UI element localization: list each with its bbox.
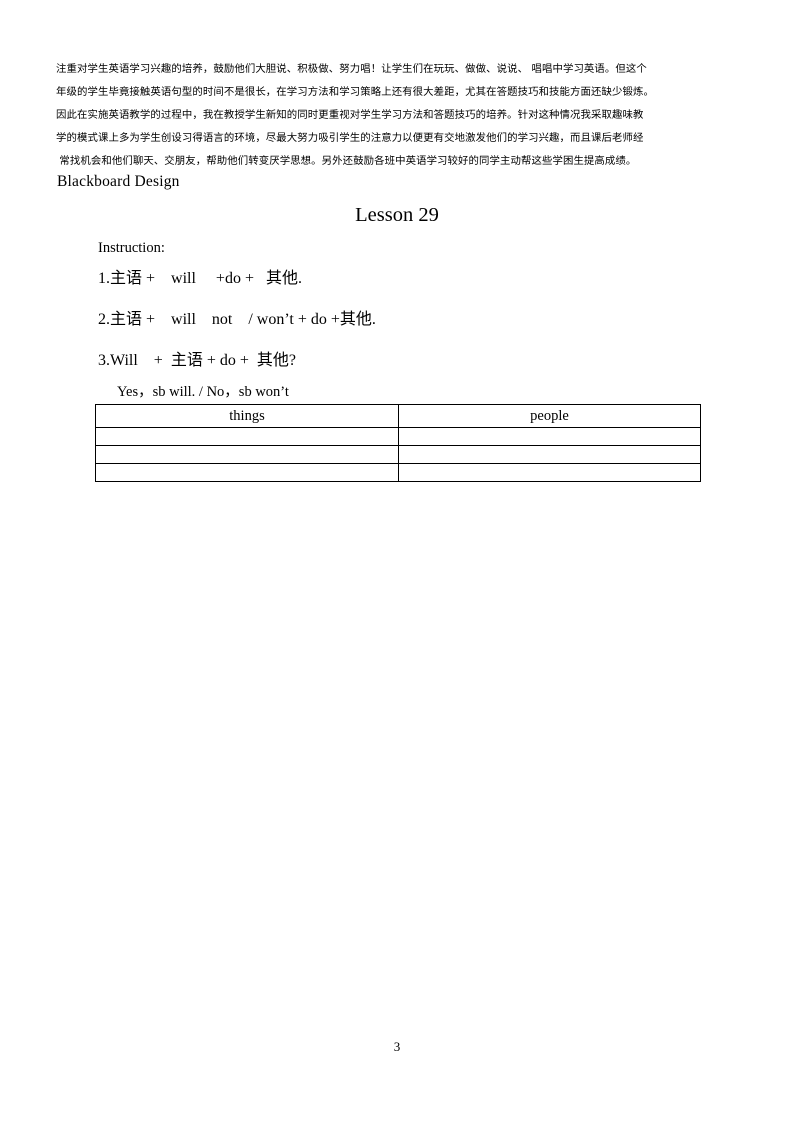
- short-answer-line: Yes，sb will. / No，sb won’t: [117, 384, 289, 400]
- table-cell-things[interactable]: [95, 427, 399, 446]
- table-cell-people[interactable]: [398, 463, 701, 482]
- lesson-title: Lesson 29: [355, 204, 439, 226]
- table-cell-people[interactable]: [398, 445, 701, 464]
- table-cell-things[interactable]: [95, 463, 399, 482]
- blackboard-design-heading: Blackboard Design: [57, 173, 180, 190]
- table-row: [95, 445, 701, 464]
- paragraph-line-2: 年级的学生毕竟接触英语句型的时间不是很长，在学习方法和学习策略上还有很大差距，尤…: [56, 86, 654, 98]
- table-cell-people[interactable]: [398, 427, 701, 446]
- table-row: [95, 427, 701, 446]
- table-header-people: people: [398, 404, 701, 428]
- table-header-row: things people: [95, 404, 701, 428]
- formula-line-affirmative: 1.主语 + will +do + 其他.: [98, 270, 302, 287]
- instruction-label: Instruction:: [98, 240, 165, 256]
- table-header-things: things: [95, 404, 399, 428]
- table-row: [95, 463, 701, 482]
- table-cell-things[interactable]: [95, 445, 399, 464]
- paragraph-line-3: 因此在实施英语教学的过程中，我在教授学生新知的同时更重视对学生学习方法和答题技巧…: [56, 109, 644, 121]
- page-number: 3: [393, 1039, 401, 1054]
- blackboard-table: things people: [95, 404, 701, 482]
- formula-line-negative: 2.主语 + will not / won’t + do +其他.: [98, 311, 376, 328]
- document-page: 注重对学生英语学习兴趣的培养，鼓励他们大胆说、积极做、努力唱！让学生们在玩玩、做…: [0, 0, 794, 1123]
- paragraph-line-1: 注重对学生英语学习兴趣的培养，鼓励他们大胆说、积极做、努力唱！让学生们在玩玩、做…: [56, 63, 647, 75]
- body-paragraph: 注重对学生英语学习兴趣的培养，鼓励他们大胆说、积极做、努力唱！让学生们在玩玩、做…: [56, 58, 740, 173]
- formula-line-question: 3.Will + 主语 + do + 其他?: [98, 352, 296, 369]
- paragraph-line-4: 学的模式课上多为学生创设习得语言的环境，尽最大努力吸引学生的注意力以便更有交地激…: [56, 132, 644, 144]
- paragraph-line-5: 常找机会和他们聊天、交朋友，帮助他们转变厌学思想。另外还鼓励各班中英语学习较好的…: [56, 155, 637, 167]
